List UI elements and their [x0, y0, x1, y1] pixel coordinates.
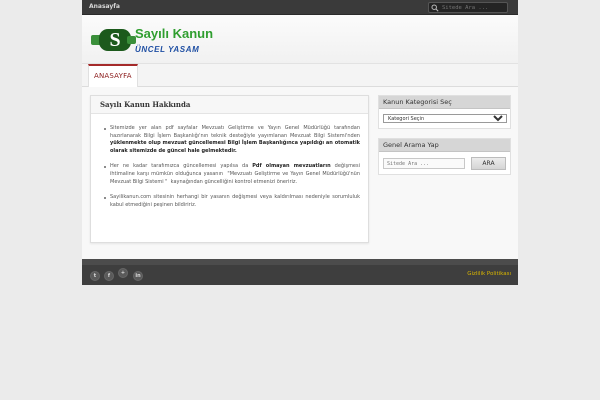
paragraph-bold: Pdf olmayan mevzuatların: [252, 163, 331, 170]
paragraph-text: Her ne kadar tarafımızca güncellemesi ya…: [110, 163, 253, 170]
about-box: Sayılı Kanun Hakkında Sitemizde yer alan…: [90, 95, 369, 243]
top-search-input[interactable]: [442, 3, 506, 12]
search-widget-title: Genel Arama Yap: [379, 139, 510, 152]
search-icon: [431, 4, 439, 12]
home-link[interactable]: Anasayfa: [89, 3, 120, 10]
search-button[interactable]: ARA: [471, 157, 506, 170]
linkedin-icon[interactable]: in: [133, 271, 143, 281]
category-widget-title: Kanun Kategorisi Seç: [379, 96, 510, 109]
googleplus-icon[interactable]: +: [118, 268, 128, 278]
about-title: Sayılı Kanun Hakkında: [91, 96, 368, 114]
site-header: S Sayılı Kanun ÜNCEL YASAM: [82, 15, 518, 63]
category-widget: Kanun Kategorisi Seç Kategori Seçin: [378, 95, 511, 129]
category-select[interactable]: Kategori Seçin: [383, 114, 507, 123]
main-nav: ANASAYFA: [82, 63, 518, 87]
top-search-box[interactable]: [428, 2, 508, 13]
search-widget: Genel Arama Yap ARA: [378, 138, 511, 175]
logo-emblem: S: [109, 29, 120, 51]
facebook-icon[interactable]: f: [104, 271, 114, 281]
list-item: Sayilikanun.com sitesinin herhangi bir y…: [104, 194, 362, 209]
nav-item-anasayfa[interactable]: ANASAYFA: [88, 64, 138, 87]
site-footer: t f + in Gizlilik Politikası: [82, 265, 518, 285]
logo-title: Sayılı Kanun: [135, 26, 213, 41]
site-logo[interactable]: S Sayılı Kanun ÜNCEL YASAM: [90, 24, 222, 56]
logo-subtitle: ÜNCEL YASAM: [135, 45, 199, 54]
paragraph-bold: yüklenmekte olup mevzuat güncellemesi Bi…: [110, 140, 362, 154]
content-area: Sayılı Kanun Hakkında Sitemizde yer alan…: [82, 87, 518, 259]
privacy-policy-link[interactable]: Gizlilik Politikası: [467, 271, 511, 277]
about-body: Sitemizde yer alan pdf sayfalar Mevzuatı…: [91, 114, 368, 209]
sidebar-search-input[interactable]: [383, 158, 465, 169]
paragraph-text: Sayilikanun.com sitesinin herhangi bir y…: [110, 194, 362, 208]
top-bar: Anasayfa: [82, 0, 518, 15]
twitter-icon[interactable]: t: [90, 271, 100, 281]
list-item: Sitemizde yer alan pdf sayfalar Mevzuatı…: [104, 125, 362, 155]
list-item: Her ne kadar tarafımızca güncellemesi ya…: [104, 163, 360, 186]
paragraph-text: Sitemizde yer alan pdf sayfalar Mevzuatı…: [110, 125, 362, 139]
